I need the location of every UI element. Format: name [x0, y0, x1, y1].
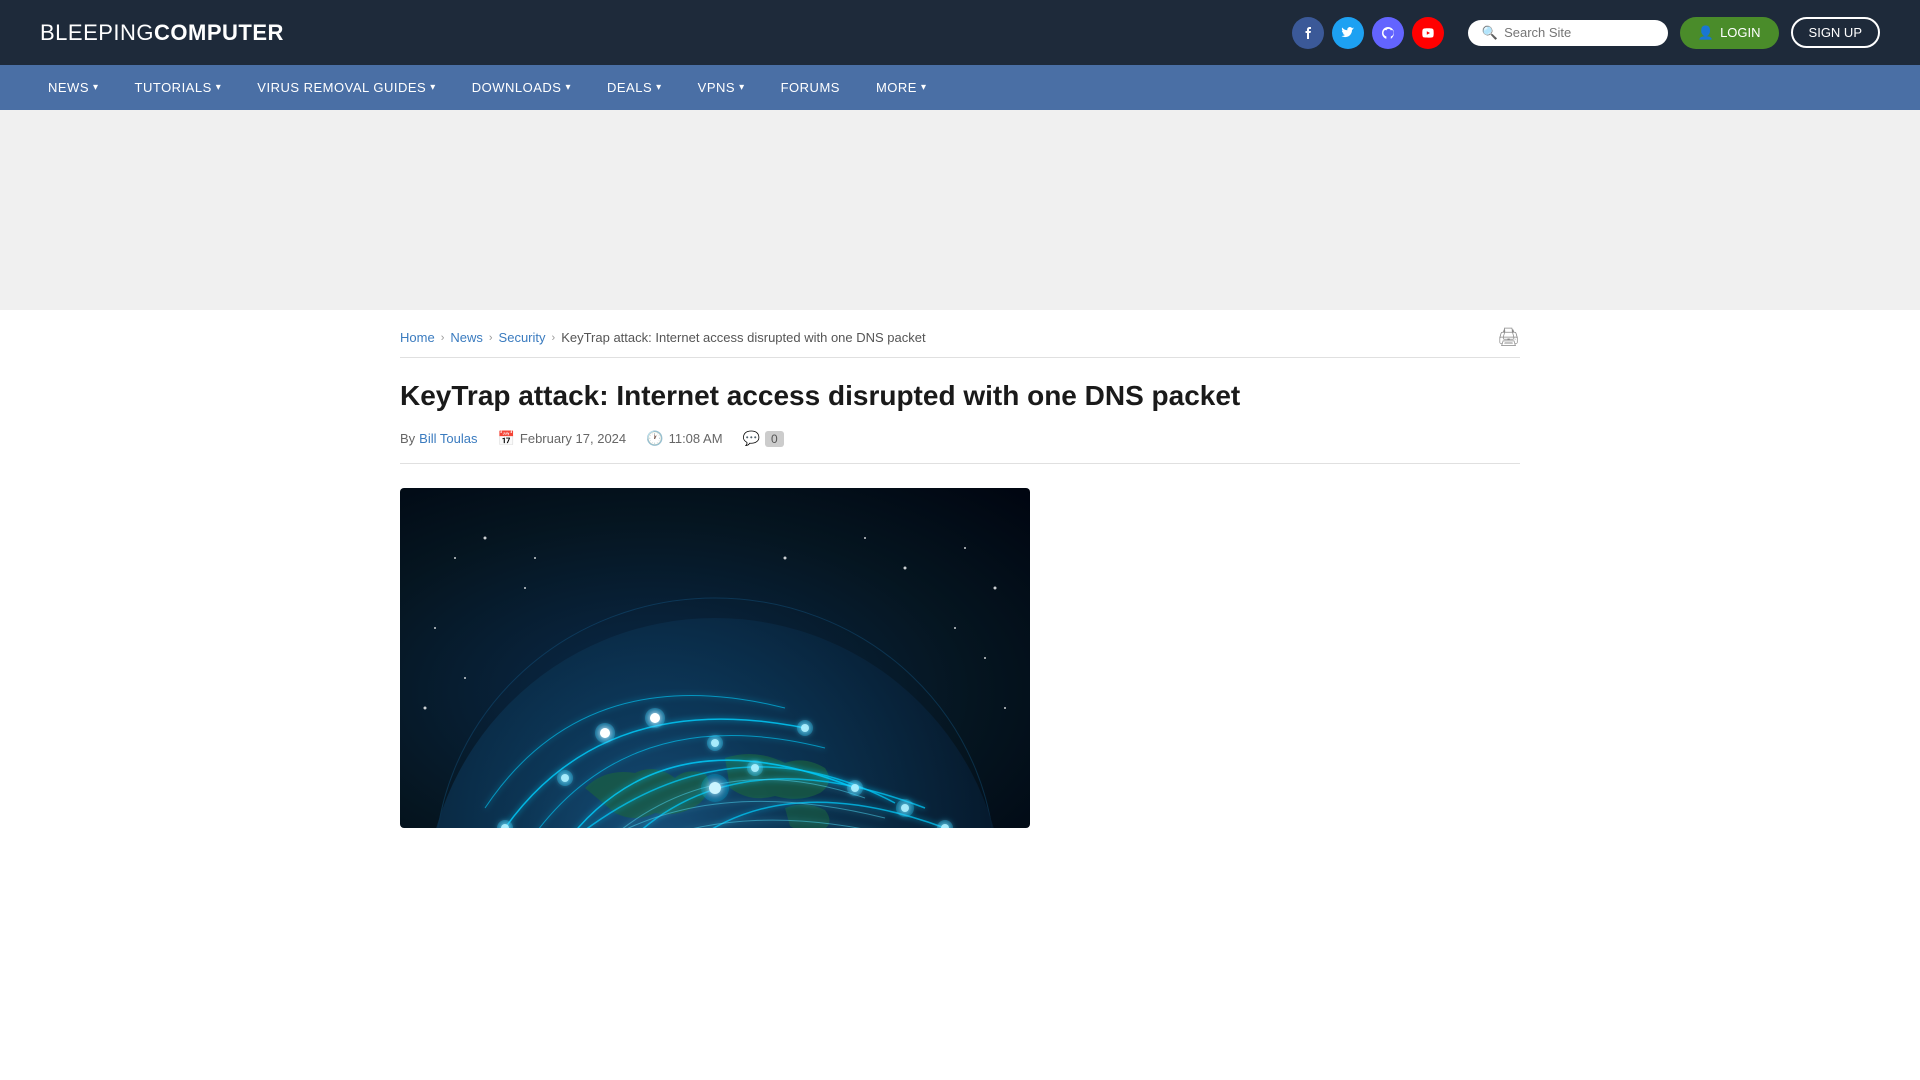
nav-item-more[interactable]: MORE ▾: [858, 65, 945, 110]
nav-item-forums[interactable]: FORUMS: [763, 65, 858, 110]
nav-item-downloads[interactable]: DOWNLOADS ▾: [454, 65, 589, 110]
signup-label: SIGN UP: [1809, 25, 1862, 40]
nav-more-caret: ▾: [921, 82, 927, 93]
main-nav: NEWS ▾ TUTORIALS ▾ VIRUS REMOVAL GUIDES …: [0, 65, 1920, 110]
login-button[interactable]: 👤 LOGIN: [1680, 17, 1779, 49]
clock-icon: 🕐: [646, 430, 663, 447]
main-content: Home › News › Security › KeyTrap attack:…: [360, 310, 1560, 848]
logo-bold: COMPUTER: [154, 20, 284, 45]
calendar-icon: 📅: [497, 430, 514, 447]
date-text: February 17, 2024: [520, 431, 626, 446]
article-date: 📅 February 17, 2024: [497, 430, 626, 447]
nav-item-virus-removal[interactable]: VIRUS REMOVAL GUIDES ▾: [239, 65, 453, 110]
nav-item-news[interactable]: NEWS ▾: [30, 65, 117, 110]
nav-deals-caret: ▾: [656, 82, 662, 93]
nav-virus-caret: ▾: [430, 82, 436, 93]
search-bar[interactable]: 🔍: [1468, 20, 1668, 46]
social-icons: [1292, 17, 1444, 49]
breadcrumb-sep-2: ›: [489, 332, 493, 344]
article-meta: By Bill Toulas 📅 February 17, 2024 🕐 11:…: [400, 430, 1520, 464]
nav-item-tutorials[interactable]: TUTORIALS ▾: [117, 65, 240, 110]
mastodon-icon[interactable]: [1372, 17, 1404, 49]
twitter-icon[interactable]: [1332, 17, 1364, 49]
ad-banner: [0, 110, 1920, 310]
breadcrumb-home[interactable]: Home: [400, 330, 435, 345]
nav-news-caret: ▾: [93, 82, 99, 93]
login-user-icon: 👤: [1698, 25, 1714, 41]
print-icon[interactable]: 🖨: [1497, 327, 1520, 348]
breadcrumb-sep-1: ›: [441, 332, 445, 344]
breadcrumb-security[interactable]: Security: [499, 330, 546, 345]
comments-count: 💬 0: [743, 430, 784, 447]
comment-icon: 💬: [743, 430, 760, 447]
nav-vpns-caret: ▾: [739, 82, 745, 93]
nav-tutorials-caret: ▾: [216, 82, 222, 93]
signup-button[interactable]: SIGN UP: [1791, 17, 1880, 48]
article-time: 🕐 11:08 AM: [646, 430, 722, 447]
breadcrumb: Home › News › Security › KeyTrap attack:…: [400, 330, 1520, 358]
comment-badge: 0: [765, 431, 784, 447]
facebook-icon[interactable]: [1292, 17, 1324, 49]
author-link[interactable]: Bill Toulas: [419, 431, 477, 446]
search-icon: 🔍: [1482, 25, 1498, 41]
hero-image: [400, 488, 1030, 828]
site-logo[interactable]: BLEEPINGCOMPUTER: [40, 20, 284, 46]
nav-item-deals[interactable]: DEALS ▾: [589, 65, 680, 110]
author-line: By Bill Toulas: [400, 431, 477, 446]
logo-regular: BLEEPING: [40, 20, 154, 45]
header-right: 🔍 👤 LOGIN SIGN UP: [1292, 17, 1880, 49]
globe-svg: [405, 508, 1025, 828]
youtube-icon[interactable]: [1412, 17, 1444, 49]
by-label: By: [400, 431, 415, 446]
breadcrumb-news[interactable]: News: [450, 330, 483, 345]
time-text: 11:08 AM: [669, 431, 723, 446]
site-header: BLEEPINGCOMPUTER: [0, 0, 1920, 65]
breadcrumb-sep-3: ›: [552, 332, 556, 344]
login-label: LOGIN: [1720, 25, 1760, 40]
breadcrumb-current: KeyTrap attack: Internet access disrupte…: [561, 330, 925, 345]
search-input[interactable]: [1504, 25, 1654, 40]
article-title: KeyTrap attack: Internet access disrupte…: [400, 378, 1520, 414]
nav-item-vpns[interactable]: VPNS ▾: [680, 65, 763, 110]
nav-downloads-caret: ▾: [565, 82, 571, 93]
